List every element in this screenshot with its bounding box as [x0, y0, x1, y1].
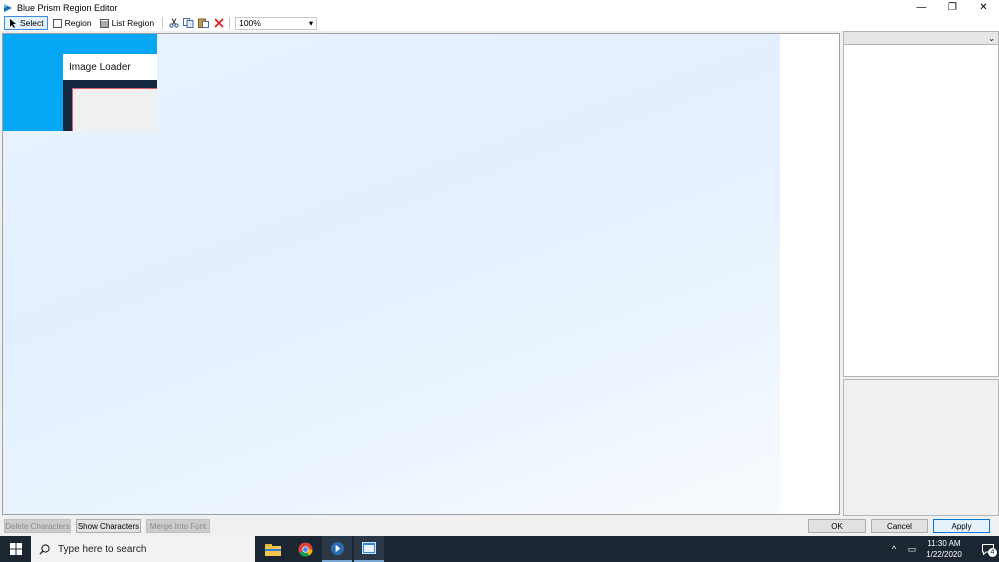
toolbar: Select Region List Region 100% ▾ — [0, 15, 999, 31]
chevron-down-icon: ⌄ — [988, 33, 995, 43]
cancel-button[interactable]: Cancel — [871, 519, 928, 533]
window-app-icon — [362, 542, 376, 554]
clock-time: 11:30 AM — [927, 539, 961, 548]
search-placeholder: Type here to search — [58, 543, 147, 555]
close-button[interactable]: ✕ — [968, 0, 999, 15]
taskbar-blue-prism[interactable] — [322, 536, 352, 562]
taskbar-region-editor-window[interactable] — [354, 536, 384, 562]
delete-characters-button[interactable]: Delete Characters — [4, 519, 71, 533]
window-title: Blue Prism Region Editor — [17, 2, 118, 13]
blue-prism-app-icon — [330, 541, 344, 555]
system-tray: ^ ▭ 11:30 AM 1/22/2020 4 — [885, 536, 999, 562]
region-tool-label: Region — [64, 18, 92, 28]
action-center-button[interactable]: 4 — [977, 536, 999, 562]
description-panel — [843, 379, 999, 516]
notification-count-badge: 4 — [988, 548, 997, 557]
region-icon — [52, 18, 62, 28]
toolbar-separator — [229, 17, 231, 29]
toolbar-separator — [162, 17, 164, 29]
battery-icon[interactable]: ▭ — [903, 544, 921, 555]
list-region-tool-label: List Region — [111, 18, 155, 28]
restore-button[interactable]: ❐ — [937, 0, 968, 15]
windows-logo-icon — [9, 543, 22, 555]
list-region-icon — [99, 18, 109, 28]
captured-image[interactable]: Image Loader — [3, 34, 157, 131]
element-dropdown[interactable]: ⌄ — [843, 31, 999, 45]
taskbar: Type here to search ^ ▭ 11:30 AM 1/22/20… — [0, 536, 999, 562]
scissors-icon — [168, 18, 179, 28]
list-region-tool-button[interactable]: List Region — [97, 16, 158, 30]
chrome-icon — [297, 541, 313, 557]
folder-icon — [265, 543, 281, 556]
select-tool-button[interactable]: Select — [4, 16, 48, 30]
paste-button[interactable] — [196, 16, 211, 30]
title-bar: Blue Prism Region Editor — ❐ ✕ — [0, 0, 999, 15]
window-controls: — ❐ ✕ — [906, 0, 999, 15]
region-tool-button[interactable]: Region — [50, 16, 95, 30]
copy-icon — [183, 18, 194, 28]
taskbar-search-box[interactable]: Type here to search — [31, 536, 255, 562]
taskbar-chrome[interactable] — [290, 536, 320, 562]
chevron-up-icon[interactable]: ^ — [885, 544, 903, 554]
clock[interactable]: 11:30 AM 1/22/2020 — [921, 538, 967, 560]
show-characters-button[interactable]: Show Characters — [76, 519, 141, 533]
properties-panel: ⌄ — [843, 31, 999, 516]
taskbar-file-explorer[interactable] — [258, 536, 288, 562]
cursor-icon — [10, 18, 16, 28]
ok-button[interactable]: OK — [808, 519, 866, 533]
blue-prism-logo-icon — [4, 3, 12, 12]
delete-x-icon — [213, 18, 224, 28]
properties-list[interactable] — [843, 45, 999, 377]
zoom-dropdown[interactable]: 100% ▾ — [235, 16, 318, 30]
clock-date: 1/22/2020 — [926, 550, 962, 559]
chevron-down-icon: ▾ — [308, 17, 314, 28]
apply-button[interactable]: Apply — [933, 519, 990, 533]
zoom-value: 100% — [239, 18, 261, 28]
delete-button[interactable] — [211, 16, 226, 30]
minimize-button[interactable]: — — [906, 0, 937, 15]
select-tool-label: Select — [20, 18, 44, 28]
paste-icon — [198, 18, 210, 28]
search-icon — [39, 543, 50, 555]
captured-window-body — [72, 88, 157, 131]
region-canvas[interactable]: Image Loader — [2, 33, 840, 515]
captured-window-title: Image Loader — [63, 54, 157, 80]
bottom-button-bar: Delete Characters Show Characters Merge … — [0, 517, 999, 535]
merge-into-font-button[interactable]: Merge Into Font — [146, 519, 210, 533]
copy-button[interactable] — [181, 16, 196, 30]
cut-button[interactable] — [166, 16, 181, 30]
start-button[interactable] — [0, 536, 31, 562]
